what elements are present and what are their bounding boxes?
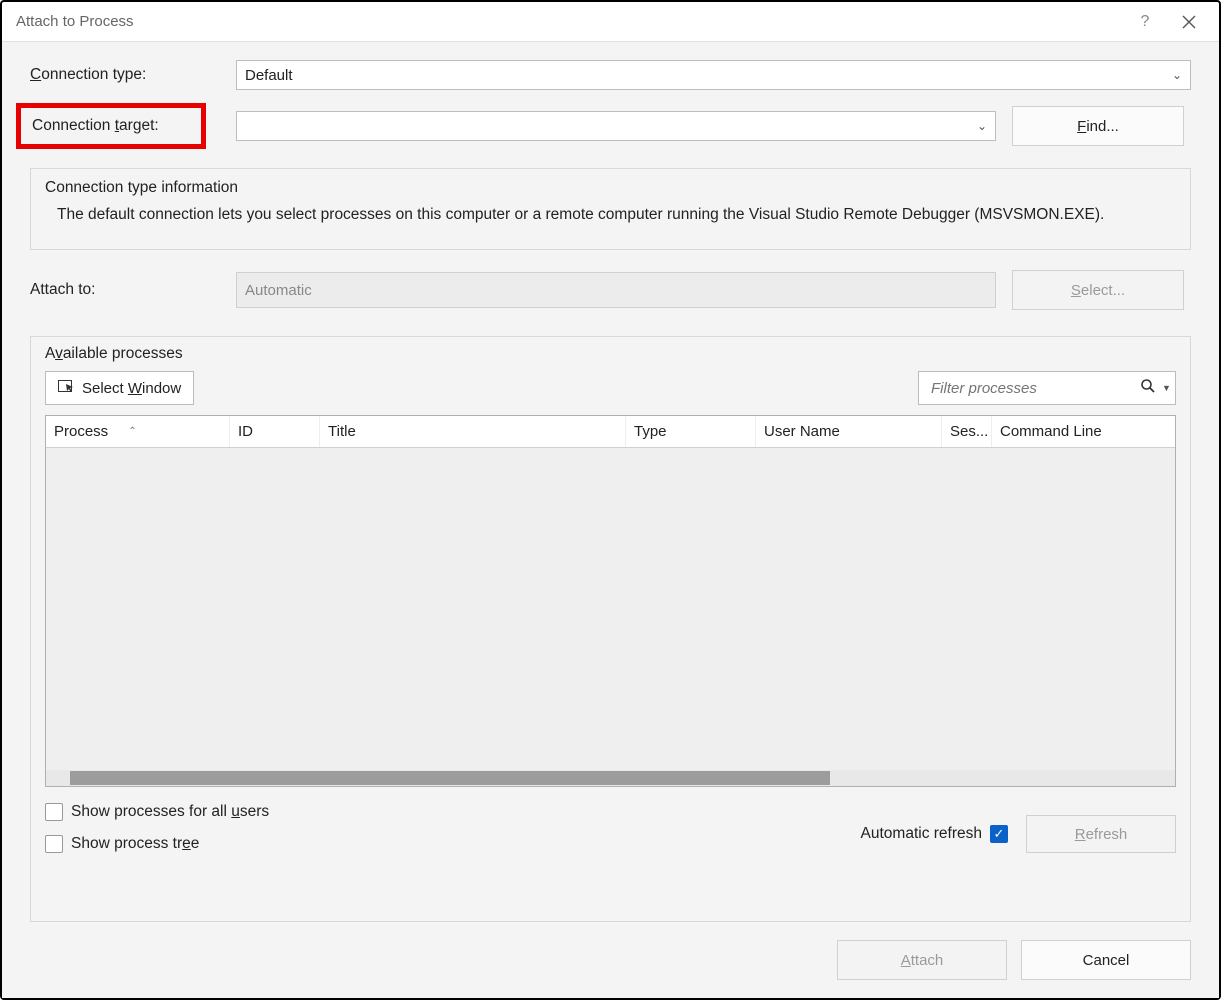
sort-asc-icon: ⌃ bbox=[128, 426, 136, 437]
connection-type-dropdown[interactable]: Default ⌄ bbox=[236, 60, 1191, 90]
column-process[interactable]: Process⌃ bbox=[46, 416, 230, 447]
help-button[interactable]: ? bbox=[1123, 3, 1167, 41]
select-window-label: Select Window bbox=[82, 380, 181, 397]
highlight-annotation bbox=[16, 103, 206, 149]
connection-type-label: Connection type: bbox=[30, 66, 220, 84]
chevron-down-icon: ⌄ bbox=[977, 119, 987, 133]
show-all-users-checkbox[interactable] bbox=[45, 803, 63, 821]
show-all-users-row[interactable]: Show processes for all users bbox=[45, 803, 269, 821]
search-icon bbox=[1140, 378, 1156, 399]
filter-processes-input[interactable] bbox=[929, 379, 1134, 398]
dialog-content: Connection type: Default ⌄ Connection ta… bbox=[2, 42, 1219, 998]
select-window-icon bbox=[58, 378, 76, 398]
find-button[interactable]: Find... bbox=[1012, 106, 1184, 146]
available-processes-label: Available processes bbox=[45, 345, 1176, 363]
cancel-button[interactable]: Cancel bbox=[1021, 940, 1191, 980]
automatic-refresh-row[interactable]: Automatic refresh ✓ bbox=[861, 825, 1008, 843]
refresh-button[interactable]: Refresh bbox=[1026, 815, 1176, 853]
scrollbar-thumb[interactable] bbox=[70, 771, 830, 785]
column-title[interactable]: Title bbox=[320, 416, 626, 447]
refresh-area: Automatic refresh ✓ Refresh bbox=[861, 815, 1176, 853]
connection-type-info-group: Connection type information The default … bbox=[30, 168, 1191, 250]
connection-type-row: Connection type: Default ⌄ bbox=[30, 60, 1191, 90]
attach-button[interactable]: Attach bbox=[837, 940, 1007, 980]
column-command-line[interactable]: Command Line bbox=[992, 416, 1175, 447]
show-process-tree-checkbox[interactable] bbox=[45, 835, 63, 853]
process-table-body bbox=[46, 448, 1175, 770]
window-title: Attach to Process bbox=[16, 13, 1123, 30]
attach-to-value: Automatic bbox=[245, 282, 312, 299]
attach-to-label: Attach to: bbox=[30, 281, 220, 299]
show-all-users-label: Show processes for all users bbox=[71, 803, 269, 821]
connection-type-info-text: The default connection lets you select p… bbox=[45, 201, 1176, 227]
column-session[interactable]: Ses... bbox=[942, 416, 992, 447]
show-process-tree-row[interactable]: Show process tree bbox=[45, 835, 269, 853]
connection-target-row: Connection target: ⌄ Find... bbox=[30, 106, 1191, 146]
process-table-header: Process⌃ ID Title Type User Name Ses... … bbox=[46, 416, 1175, 448]
close-button[interactable] bbox=[1167, 3, 1211, 41]
available-processes-group: Available processes Select Window ▼ bbox=[30, 336, 1191, 922]
attach-to-field: Automatic bbox=[236, 272, 996, 308]
column-type[interactable]: Type bbox=[626, 416, 756, 447]
titlebar: Attach to Process ? bbox=[2, 2, 1219, 42]
column-id[interactable]: ID bbox=[230, 416, 320, 447]
filter-processes-box[interactable]: ▼ bbox=[918, 371, 1176, 405]
select-window-button[interactable]: Select Window bbox=[45, 371, 194, 405]
checkbox-stack: Show processes for all users Show proces… bbox=[45, 787, 269, 853]
help-icon: ? bbox=[1141, 13, 1150, 31]
connection-type-info-legend: Connection type information bbox=[45, 179, 1176, 197]
chevron-down-icon: ⌄ bbox=[1172, 68, 1182, 82]
connection-target-label: Connection target: bbox=[30, 113, 220, 139]
connection-type-value: Default bbox=[245, 67, 293, 84]
horizontal-scrollbar[interactable] bbox=[46, 770, 1175, 786]
show-process-tree-label: Show process tree bbox=[71, 835, 199, 853]
attach-to-process-dialog: Attach to Process ? Connection type: Def… bbox=[0, 0, 1221, 1000]
filter-dropdown-icon[interactable]: ▼ bbox=[1162, 383, 1171, 393]
dialog-footer: Attach Cancel bbox=[30, 922, 1191, 984]
connection-target-dropdown[interactable]: ⌄ bbox=[236, 111, 996, 141]
select-button[interactable]: Select... bbox=[1012, 270, 1184, 310]
attach-to-row: Attach to: Automatic Select... bbox=[30, 270, 1191, 310]
automatic-refresh-label: Automatic refresh bbox=[861, 825, 982, 843]
process-table: Process⌃ ID Title Type User Name Ses... … bbox=[45, 415, 1176, 787]
automatic-refresh-checkbox[interactable]: ✓ bbox=[990, 825, 1008, 843]
process-toolbar: Select Window ▼ bbox=[45, 371, 1176, 405]
column-user-name[interactable]: User Name bbox=[756, 416, 942, 447]
close-icon bbox=[1182, 15, 1196, 29]
